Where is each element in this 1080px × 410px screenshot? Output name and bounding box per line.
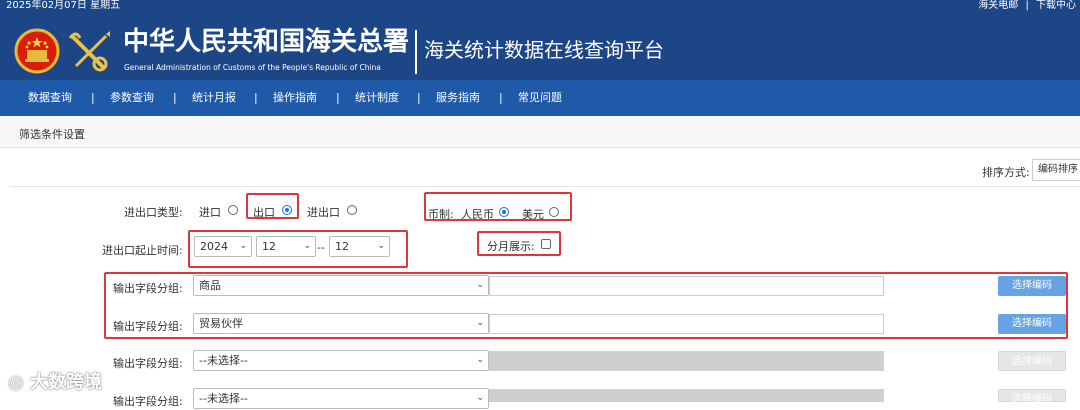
output-group-value: --未选择-- [199,392,248,405]
nav-separator: | [173,91,177,104]
header: 2025年02月07日 星期五 海关电邮 | 下载中心 中华人民共和国海关总署 … [0,0,1080,80]
trade-type-label: 进出口类型: [124,206,183,219]
topbar-separator: | [1025,0,1029,11]
nav-separator: | [499,91,503,104]
nav-item-monthly-report[interactable]: 统计月报 [192,80,236,116]
brand-divider [415,30,417,74]
output-group-select-4[interactable]: --未选择-- ⌄ [193,388,489,409]
nav-separator: | [336,91,340,104]
current-date: 2025年02月07日 星期五 [6,0,121,11]
customs-email-link[interactable]: 海关电邮 [978,0,1018,11]
trade-type-both-label: 进出口 [307,206,340,219]
highlight-box-export [246,193,299,219]
period-label: 进出口起止时间: [102,244,183,257]
output-group-label: 输出字段分组: [113,357,183,370]
nav-separator: | [254,91,258,104]
main-nav: 数据查询 | 参数查询 | 统计月报 | 操作指南 | 统计制度 | 服务指南 … [0,80,1080,116]
chevron-down-icon: ⌄ [476,355,484,365]
section-title: 筛选条件设置 [19,128,85,141]
national-emblem-icon [14,28,60,74]
nav-item-data-query[interactable]: 数据查询 [28,80,72,116]
watermark: ◎ 大数跨境 [8,368,102,394]
highlight-box-currency [424,192,572,221]
output-group-select-3[interactable]: --未选择-- ⌄ [193,350,489,371]
highlight-box-monthly [477,231,561,256]
customs-emblem-icon [68,31,110,72]
brand-name-cn: 中华人民共和国海关总署 [123,27,410,57]
trade-type-both-radio[interactable] [347,205,357,215]
nav-item-statistical-system[interactable]: 统计制度 [355,80,399,116]
nav-separator: | [417,91,421,104]
chevron-down-icon: ⌄ [476,393,484,403]
platform-title: 海关统计数据在线查询平台 [424,38,664,62]
sort-select[interactable]: 编码排序 [1032,159,1080,181]
nav-item-service-guide[interactable]: 服务指南 [436,80,480,116]
watermark-text: 大数跨境 [30,372,102,393]
select-code-button-3: 选择编码 [998,351,1066,371]
select-code-button-4: 选择编码 [998,389,1066,405]
nav-separator: | [91,91,95,104]
code-input-4 [489,389,884,402]
divider [10,186,1080,187]
sort-label: 排序方式: [982,166,1030,179]
output-group-value: --未选择-- [199,354,248,367]
filter-section-header: 筛选条件设置 [0,116,1080,148]
download-center-link[interactable]: 下载中心 [1036,0,1076,11]
trade-type-import-label: 进口 [199,206,221,219]
watermark-logo-icon: ◎ [8,372,24,393]
nav-item-operation-guide[interactable]: 操作指南 [273,80,317,116]
nav-item-parameter-query[interactable]: 参数查询 [110,80,154,116]
trade-type-import-radio[interactable] [228,205,238,215]
brand-name-en: General Administration of Customs of the… [124,63,381,72]
nav-item-faq[interactable]: 常见问题 [518,80,562,116]
code-input-3 [489,351,884,371]
highlight-box-period [188,230,408,268]
highlight-box-output-groups [104,272,1068,339]
output-group-label: 输出字段分组: [113,395,183,408]
topbar-links: 海关电邮 | 下载中心 [974,0,1076,12]
